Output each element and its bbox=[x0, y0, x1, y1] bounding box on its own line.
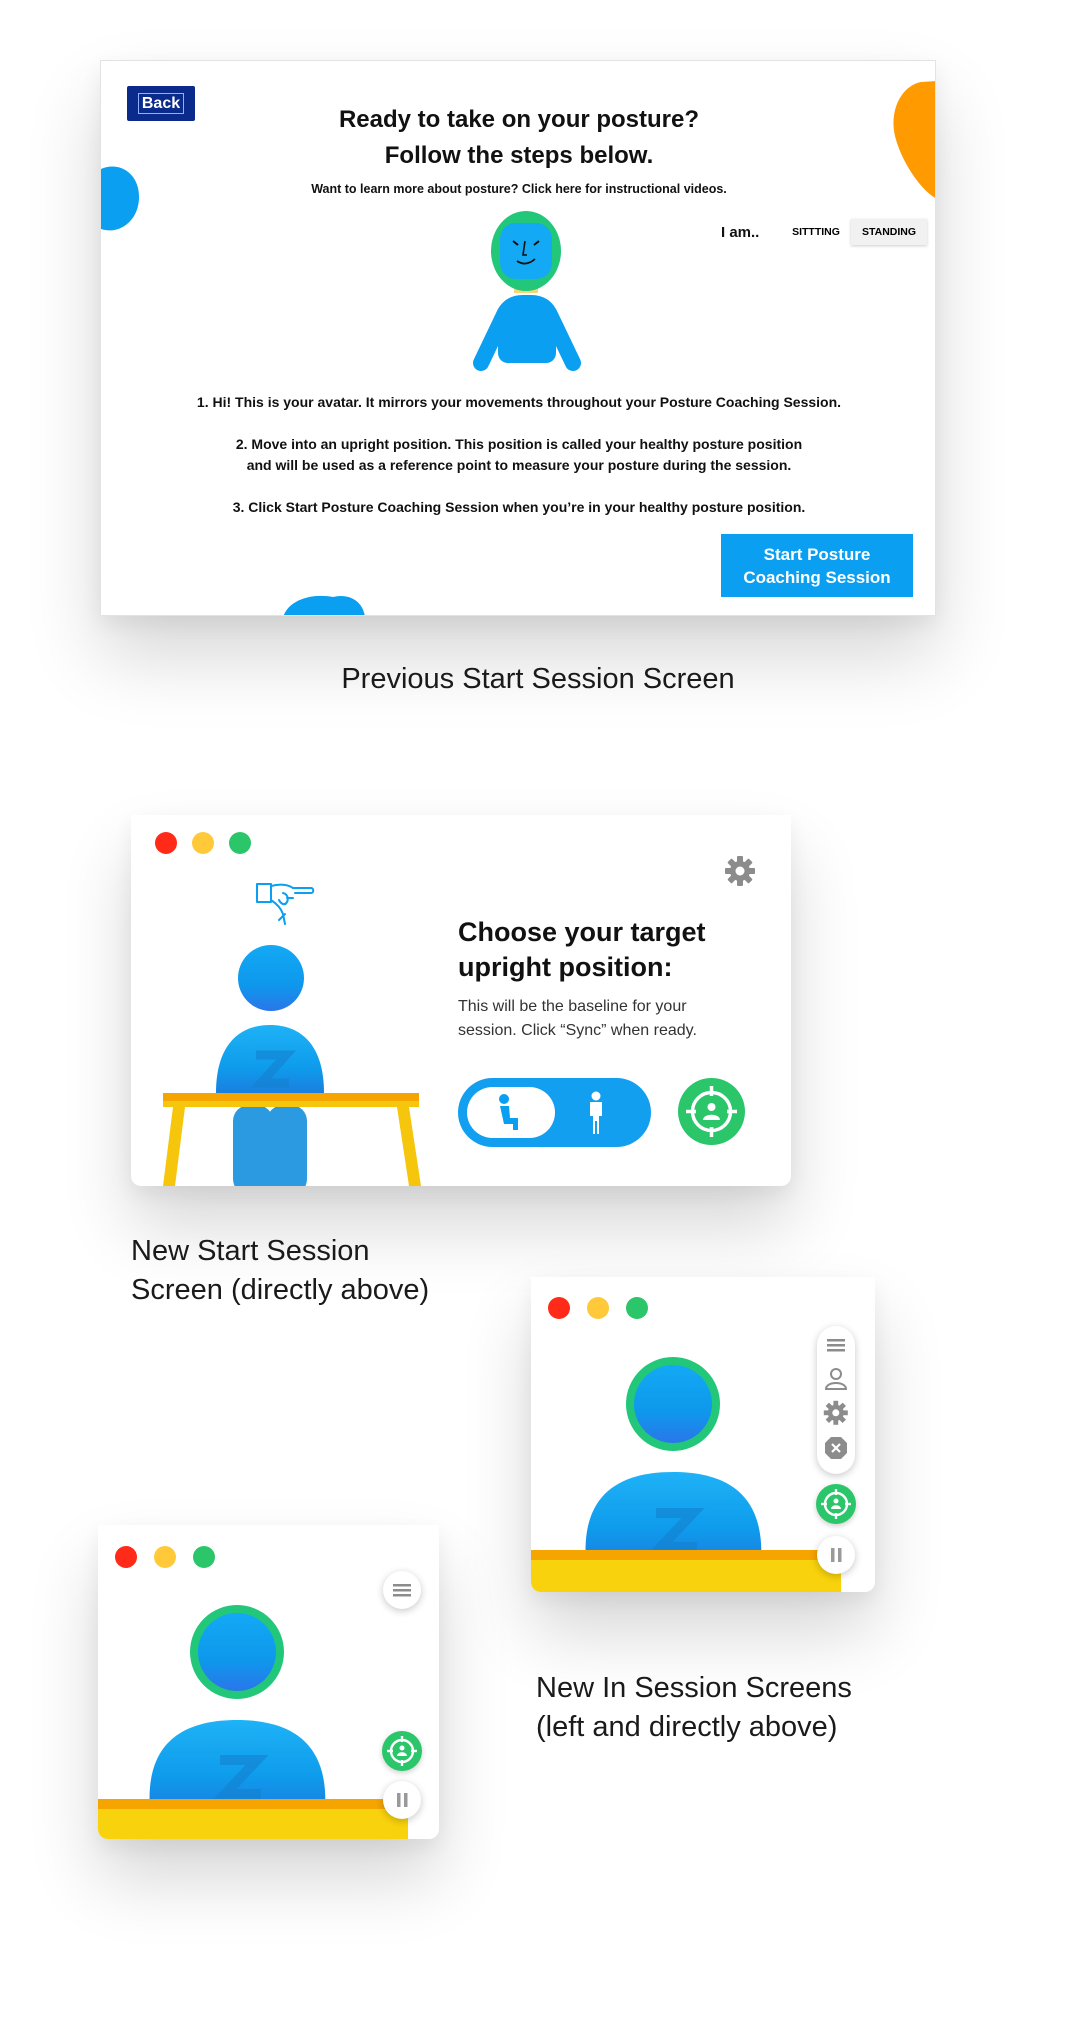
close-session-button[interactable] bbox=[817, 1432, 855, 1462]
standing-option[interactable]: STANDING bbox=[851, 219, 927, 245]
avatar bbox=[473, 211, 581, 371]
in-session-screen-left bbox=[98, 1525, 439, 1839]
menu-icon bbox=[393, 1584, 411, 1597]
page-title-line1: Ready to take on your posture? bbox=[338, 106, 700, 133]
page-title-line2: Follow the steps below. bbox=[384, 142, 654, 169]
sync-button[interactable] bbox=[816, 1484, 856, 1524]
window-maximize-dot[interactable] bbox=[626, 1297, 648, 1319]
window-close-dot[interactable] bbox=[115, 1546, 137, 1568]
window-close-dot[interactable] bbox=[548, 1297, 570, 1319]
blue-blob-bottom-decoration bbox=[283, 595, 365, 615]
menu-icon bbox=[827, 1339, 845, 1352]
window-minimize-dot[interactable] bbox=[154, 1546, 176, 1568]
step-3-text: 3. Click Start Posture Coaching Session … bbox=[232, 499, 806, 515]
session-avatar bbox=[531, 1357, 841, 1592]
pointing-hand-icon bbox=[256, 883, 315, 925]
window-minimize-dot[interactable] bbox=[587, 1297, 609, 1319]
pause-button[interactable] bbox=[817, 1536, 855, 1574]
pause-icon bbox=[831, 1548, 842, 1562]
window-maximize-dot[interactable] bbox=[193, 1546, 215, 1568]
settings-button[interactable] bbox=[817, 1398, 855, 1428]
session-avatar bbox=[98, 1605, 408, 1839]
sync-target-icon bbox=[821, 1489, 851, 1519]
menu-button[interactable] bbox=[383, 1571, 421, 1609]
new-start-session-screen: Choose your target upright position: Thi… bbox=[131, 815, 791, 1186]
sync-button[interactable] bbox=[382, 1731, 422, 1771]
i-am-label: I am.. bbox=[721, 224, 760, 241]
menu-button[interactable] bbox=[817, 1330, 855, 1360]
close-icon bbox=[825, 1437, 847, 1459]
session-menu-rail bbox=[817, 1326, 855, 1474]
window-maximize-dot[interactable] bbox=[229, 832, 251, 854]
choose-position-heading: Choose your target upright position: bbox=[458, 917, 706, 982]
window-close-dot[interactable] bbox=[155, 832, 177, 854]
sitting-person-icon bbox=[499, 1094, 518, 1130]
sync-button[interactable] bbox=[678, 1078, 745, 1145]
profile-icon bbox=[824, 1368, 848, 1390]
standing-person-icon[interactable] bbox=[585, 1091, 607, 1135]
previous-start-session-screen: Back Ready to take on your posture? Foll… bbox=[100, 60, 936, 616]
gear-icon bbox=[823, 1400, 848, 1425]
pause-button[interactable] bbox=[383, 1781, 421, 1819]
step-1-text: 1. Hi! This is your avatar. It mirrors y… bbox=[196, 394, 842, 410]
profile-button[interactable] bbox=[817, 1364, 855, 1394]
gear-icon[interactable] bbox=[724, 855, 756, 887]
previous-screen-caption: Previous Start Session Screen bbox=[341, 663, 735, 695]
blue-blob-decoration bbox=[101, 166, 139, 231]
sitting-option[interactable]: SITTTING bbox=[781, 219, 851, 245]
step-2-text-line1: 2. Move into an upright position. This p… bbox=[235, 436, 803, 452]
window-minimize-dot[interactable] bbox=[192, 832, 214, 854]
in-session-caption: New In Session Screens (left and directl… bbox=[536, 1672, 852, 1743]
learn-more-link[interactable]: Want to learn more about posture? Click … bbox=[101, 182, 935, 196]
new-start-caption: New Start Session Screen (directly above… bbox=[131, 1235, 430, 1306]
pause-icon bbox=[397, 1793, 408, 1807]
sitting-avatar bbox=[163, 945, 421, 1186]
in-session-screen-right bbox=[531, 1277, 875, 1592]
step-2-text-line2: and will be used as a reference point to… bbox=[246, 457, 792, 473]
sync-target-icon bbox=[686, 1086, 737, 1137]
sync-target-icon bbox=[387, 1736, 417, 1766]
start-session-button[interactable]: Start Posture Coaching Session bbox=[721, 534, 913, 597]
baseline-instructions: This will be the baseline for your sessi… bbox=[458, 998, 697, 1039]
position-toggle[interactable] bbox=[458, 1078, 651, 1147]
